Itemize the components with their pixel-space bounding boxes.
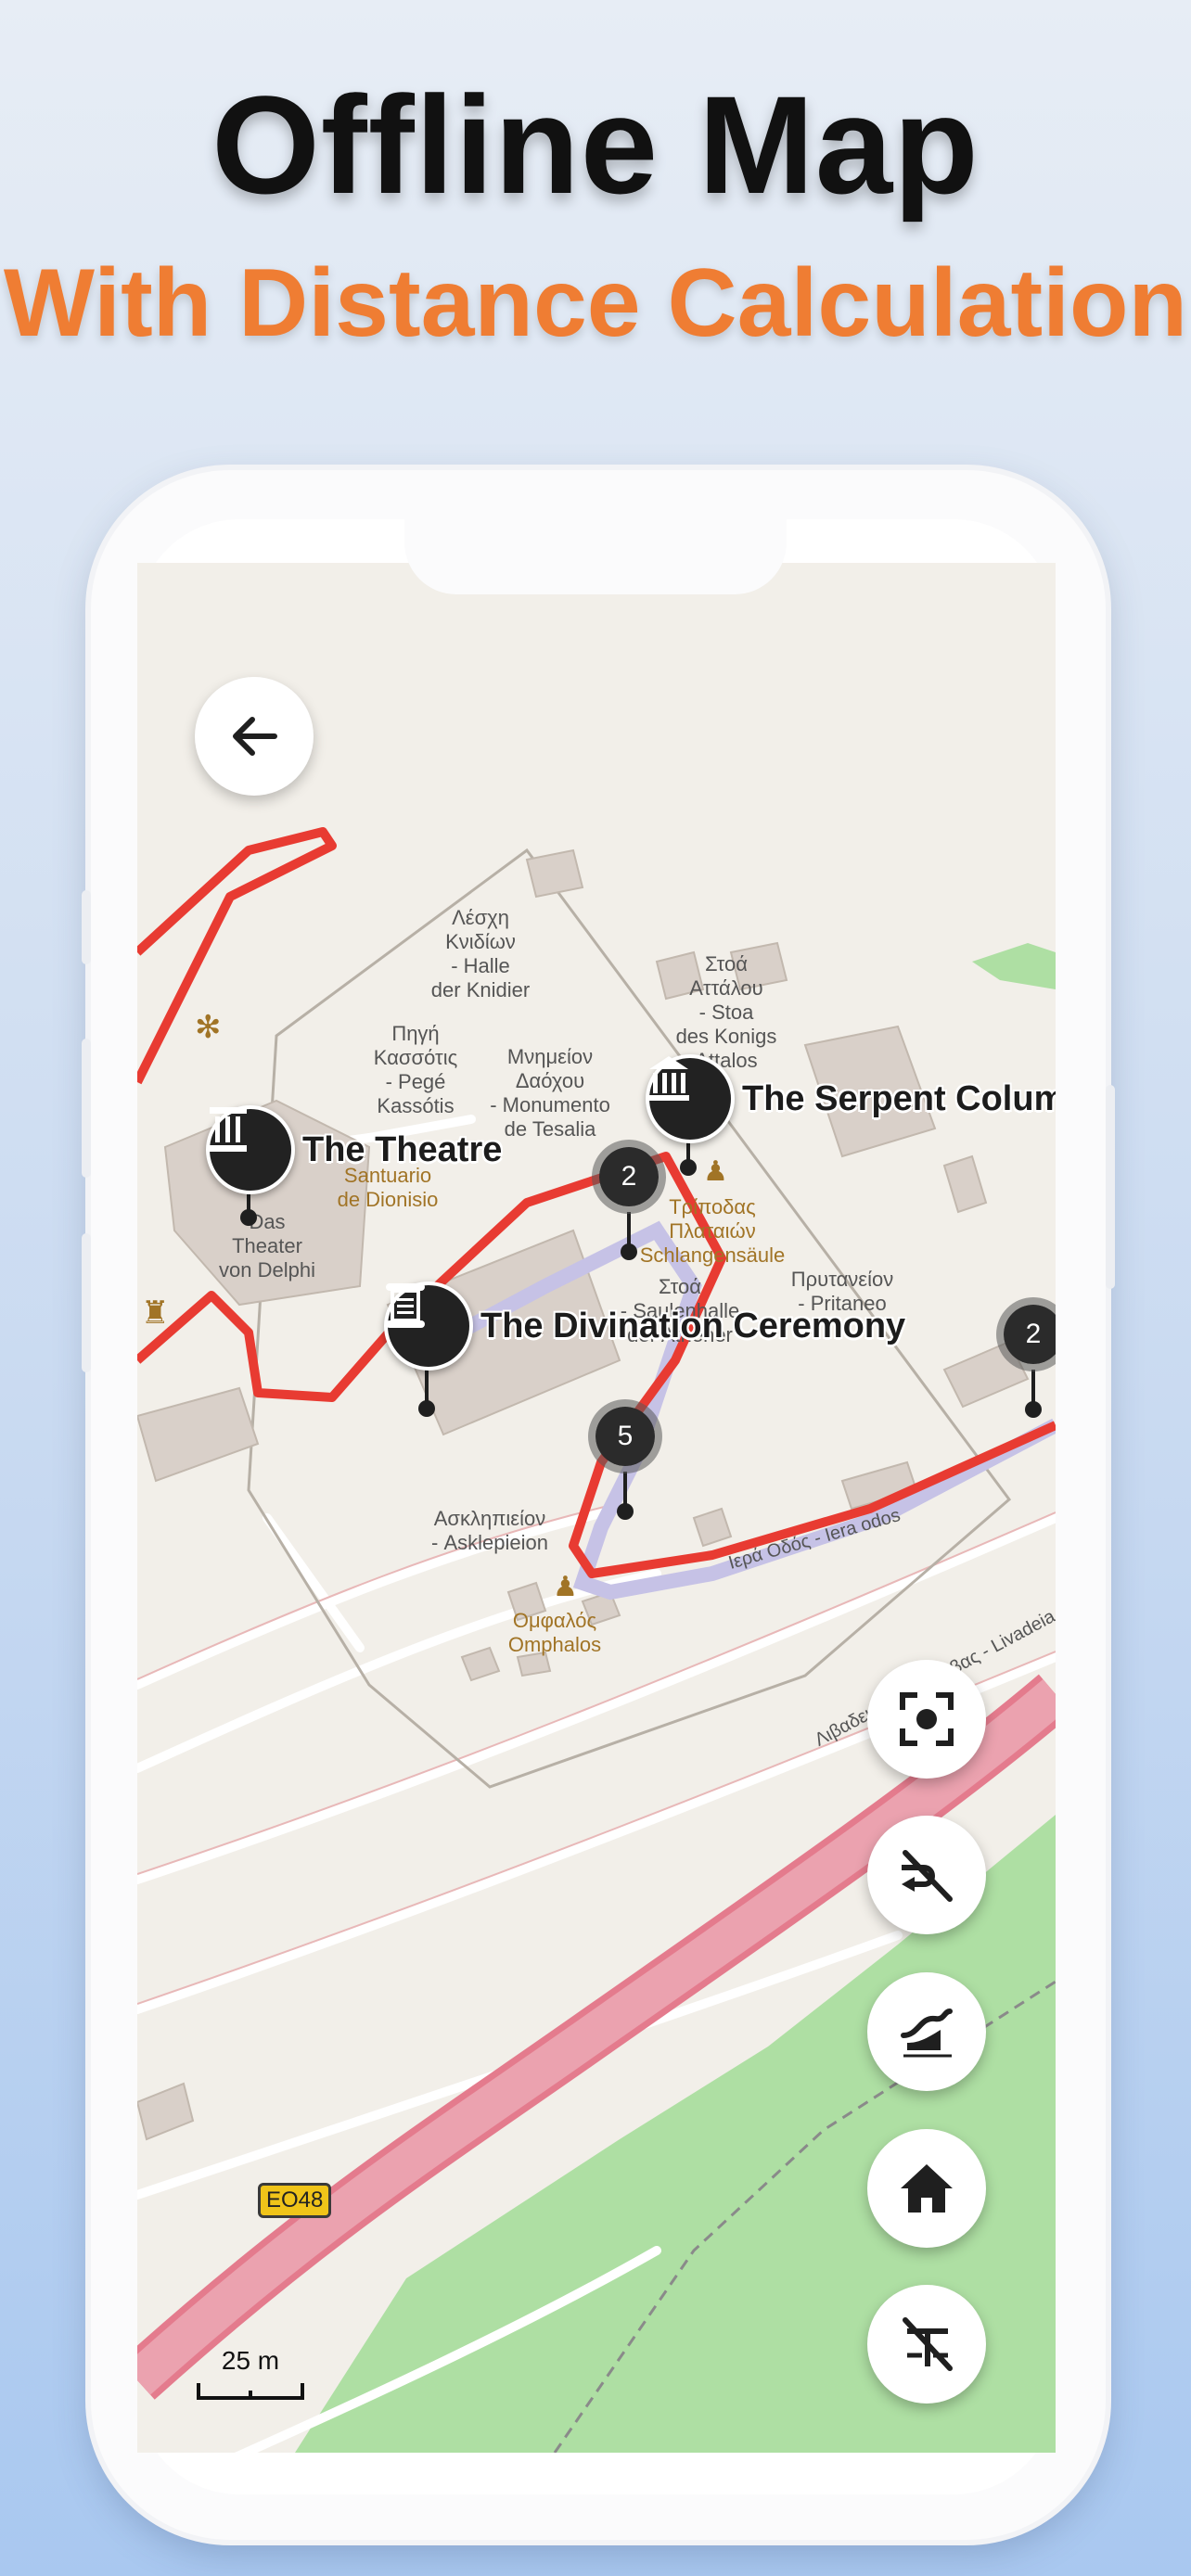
map-label: Das Theater von Delphi [219,1210,315,1282]
home-button[interactable] [867,2129,986,2248]
map-label: Πηγή Κασσότις - Pegé Kassótis [373,1022,458,1117]
poi-the-theatre[interactable]: The Theatre [206,1105,502,1194]
poi-pin-dot [680,1159,697,1176]
map-label: Τρίποδας Πλαταιών Schlangensäule [639,1195,786,1267]
focus-target-icon [900,1692,954,1746]
focus-button[interactable] [867,1660,986,1779]
distance-off-icon [903,2317,953,2371]
map-poi-icon: ♜ [141,1295,169,1331]
scale-label: 25 m [221,2346,280,2375]
phone-notch [404,515,787,594]
column-icon [206,1105,295,1194]
poi-the-divination-ceremony[interactable]: The Divination Ceremony [384,1282,905,1371]
elevation-profile-button[interactable] [867,1972,986,2091]
cluster-marker[interactable]: 5 [588,1399,662,1473]
route-line [137,827,337,1085]
cluster-pin-dot [621,1243,637,1260]
temple-icon [646,1054,735,1143]
poi-pin-dot [418,1400,435,1417]
scale-bar: 25 m [195,2346,306,2406]
map-label: Λέσχη Κνιδίων - Halle der Knidier [430,906,531,1001]
toggle-path-button[interactable] [867,1816,986,1934]
poi-label: The Theatre [302,1129,503,1169]
toggle-distance-button[interactable] [867,2285,986,2404]
map-label: Ομφαλός Omphalos [507,1609,602,1656]
poi-the-serpent-column[interactable]: The Serpent Column [646,1054,1056,1143]
home-icon [901,2164,953,2213]
promo-title: Offline Map [211,67,980,223]
back-button[interactable] [195,677,314,796]
map-poi-icon: ♟ [703,1156,728,1187]
cluster-pin-dot [1025,1401,1042,1418]
cluster-pin-dot [617,1503,634,1520]
cluster-marker[interactable]: 2 [592,1140,666,1214]
poi-pin-dot [240,1209,257,1226]
promo-subtitle: With Distance Calculation [3,249,1188,357]
phone-side-button [1106,1085,1115,1289]
road-shield: EO48 [258,2183,332,2218]
elevation-profile-icon [901,2009,953,2058]
map-poi-icon: ♟ [553,1572,578,1602]
park-area [972,943,1056,989]
scroll-icon [384,1282,473,1371]
arrow-left-icon [233,717,277,756]
poi-label: The Serpent Column [742,1078,1056,1118]
phone-side-button [82,890,91,964]
path-off-icon [902,1850,953,1902]
phone-side-button [82,1039,91,1178]
map-poi-icon: ✻ [195,1010,222,1045]
poi-label: The Divination Ceremony [480,1306,906,1345]
phone-side-button [82,1233,91,1372]
map-label: Ασκληπιείον - Asklepieion [431,1507,548,1554]
